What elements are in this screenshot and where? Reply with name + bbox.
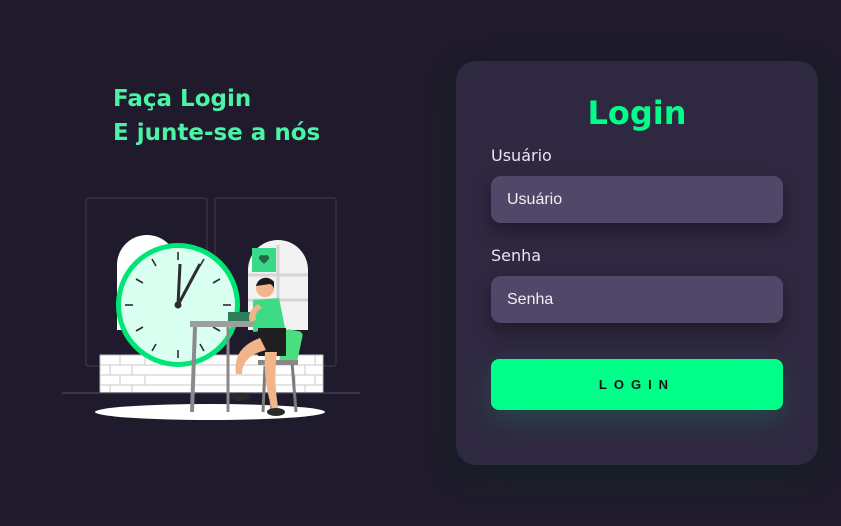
- login-card: Login Usuário Senha LOGIN: [456, 61, 818, 465]
- login-button[interactable]: LOGIN: [491, 359, 783, 410]
- hero-line-2: E junte-se a nós: [113, 120, 321, 146]
- hero-line-1: Faça Login: [113, 86, 252, 112]
- login-title: Login: [587, 94, 687, 132]
- hero-section: Faça Login E junte-se a nós: [0, 0, 440, 526]
- username-label: Usuário: [491, 146, 552, 165]
- password-input[interactable]: [491, 276, 783, 323]
- username-input[interactable]: [491, 176, 783, 223]
- woman-at-desk-with-clock-illustration: [62, 197, 360, 420]
- password-label: Senha: [491, 246, 542, 265]
- hero-headline: Faça Login E junte-se a nós: [113, 82, 320, 150]
